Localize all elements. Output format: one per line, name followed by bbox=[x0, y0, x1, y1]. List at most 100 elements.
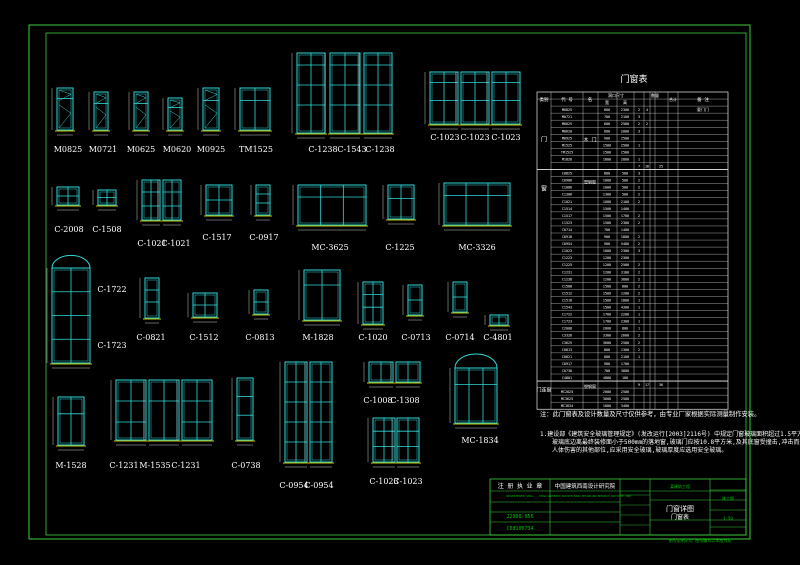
label-m0925: M0925 bbox=[197, 145, 226, 154]
window-c1023a bbox=[424, 71, 460, 130]
header-size: 洞口尺寸 bbox=[608, 92, 624, 98]
code-b: C08100734 bbox=[506, 526, 533, 532]
label-c1231b: C-1231 bbox=[171, 461, 200, 470]
cell-code: M0925 bbox=[562, 136, 572, 140]
cell-code: C1523 bbox=[562, 221, 572, 225]
door-window-schedule: 门窗表 类别 代 号 名 洞口尺寸宽 高 数量合计 备 注 M0825 800 2300 2 4 M07… bbox=[536, 73, 729, 410]
cell-qty-a: 1 bbox=[638, 157, 640, 161]
label-c0713: C-0713 bbox=[401, 333, 430, 342]
window-c1021b bbox=[157, 179, 183, 226]
label-c1512: C-1512 bbox=[189, 333, 218, 342]
cell-qty-a: 2 bbox=[638, 108, 640, 112]
label-m0625: M0625 bbox=[127, 145, 156, 154]
label-c1023c: C-1023 bbox=[491, 133, 520, 142]
scale-label: 1:50 bbox=[723, 516, 733, 521]
window-c0821 bbox=[139, 277, 161, 324]
cad-drawing-sheet: M0825 M0721 M0625 M0620 M0925 TM1525 C-1238 C-1… bbox=[28, 24, 800, 543]
cell-width: 1200 bbox=[603, 256, 611, 260]
window-c1231b bbox=[176, 379, 214, 446]
cell-remark: 夏门门 bbox=[697, 106, 709, 112]
window-c1020 bbox=[357, 281, 385, 330]
footer-note: 图号说明示范 图纸编号以本图为准 bbox=[669, 537, 731, 543]
cell-width: 900 bbox=[604, 242, 610, 246]
cell-qty-a: 2 bbox=[638, 263, 640, 267]
cell-height: 2300 bbox=[621, 249, 629, 253]
cell-qty-a: 2 bbox=[638, 348, 640, 352]
window-c1023e bbox=[391, 417, 421, 468]
window-c1308 bbox=[390, 361, 422, 388]
cell-width: 1500 bbox=[603, 284, 611, 288]
cell-code: C1306 bbox=[562, 193, 572, 197]
window-c2008 bbox=[51, 186, 81, 211]
cell-width: 4800 bbox=[603, 376, 611, 380]
cell-width: 600 bbox=[604, 129, 610, 133]
cell-height: 2500 bbox=[621, 143, 629, 147]
cell-code: TM1525 bbox=[561, 150, 573, 154]
label-c0917: C-0917 bbox=[249, 233, 278, 242]
cell-height: 2300 bbox=[621, 221, 629, 225]
cell-width: 700 bbox=[604, 115, 610, 119]
cell-height: 3800 bbox=[621, 369, 629, 373]
cell-code: C1517 bbox=[562, 214, 572, 218]
cell-qty-a: 3 bbox=[638, 249, 640, 253]
cell-code: MC3625 bbox=[561, 397, 573, 401]
header-h: 高 bbox=[623, 99, 627, 105]
cell-height: 1300 bbox=[621, 348, 629, 352]
cell-total: 36 bbox=[659, 383, 663, 387]
cell-width: 1800 bbox=[603, 157, 611, 161]
cell-height: 2000 bbox=[621, 129, 629, 133]
cell-height: 800 bbox=[622, 327, 628, 331]
label-c0954b: C-0954 bbox=[304, 481, 333, 490]
cell-width: 1300 bbox=[603, 193, 611, 197]
cell-height: 2500 bbox=[621, 122, 629, 126]
cell-code: C1023 bbox=[562, 249, 572, 253]
label-c0813: C-0813 bbox=[245, 333, 274, 342]
cell-height: 2500 bbox=[621, 150, 629, 154]
cell-qty-a: 1 bbox=[638, 306, 640, 310]
window-c1023c bbox=[486, 71, 522, 130]
group-door-window: 门连窗 bbox=[536, 387, 551, 394]
label-m1828: M-1828 bbox=[302, 333, 333, 342]
cell-width: 1700 bbox=[603, 320, 611, 324]
header-total: 合计 bbox=[669, 96, 677, 102]
header-qty: 数量 bbox=[651, 92, 659, 98]
label-c1723: C-1723 bbox=[97, 341, 126, 350]
cell-qty-a: 1 bbox=[638, 143, 640, 147]
cell-code: C0825 bbox=[562, 172, 572, 176]
cell-height: 500 bbox=[622, 179, 628, 183]
cell-width: 1200 bbox=[603, 270, 611, 274]
cell-width: 2000 bbox=[603, 390, 611, 394]
cell-qty-b: 16 bbox=[645, 165, 649, 169]
cell-height: 500 bbox=[622, 172, 628, 176]
cell-qty-b: 4 bbox=[646, 108, 648, 112]
cell-qty-a: 1 bbox=[638, 320, 640, 324]
cell-height: 3400 bbox=[621, 404, 629, 408]
window-c1023d bbox=[367, 417, 397, 468]
cell-width: 1000 bbox=[603, 200, 611, 204]
label-m0721: M0721 bbox=[89, 145, 118, 154]
cell-qty-a: 2 bbox=[638, 291, 640, 295]
cell-height: 800 bbox=[622, 284, 628, 288]
cell-width: 800 bbox=[604, 172, 610, 176]
cell-height: 2300 bbox=[621, 108, 629, 112]
window-c0917 bbox=[250, 184, 272, 221]
cell-height: 2600 bbox=[621, 334, 629, 338]
cell-qty-a: 2 bbox=[638, 270, 640, 274]
label-m1535: M-1535 bbox=[139, 461, 170, 470]
cell-height: 3800 bbox=[621, 277, 629, 281]
schedule-text: 类别 代 号 名 洞口尺寸宽 高 数量合计 备 注 M0825 800 2300 2 4 M0721 70… bbox=[536, 92, 709, 408]
cell-code: C1514 bbox=[562, 207, 572, 211]
window-m1528 bbox=[52, 396, 86, 451]
cell-width: 700 bbox=[604, 228, 610, 232]
window-m1828 bbox=[298, 269, 342, 326]
reg-seal-sub: REGISTERED SEAL bbox=[506, 494, 533, 498]
cell-width: 3600 bbox=[603, 341, 611, 345]
cell-code: C1723 bbox=[562, 320, 572, 324]
label-c1225: C-1225 bbox=[385, 243, 414, 252]
cell-code: M0825 bbox=[562, 108, 572, 112]
company-name-en: CHINA SOUTHWEST ARCHITECTURAL DESIGN AND… bbox=[539, 495, 632, 498]
drawing-title: 门窗详图 bbox=[666, 504, 694, 513]
cell-code: C4801 bbox=[562, 376, 572, 380]
label-c0821: C-0821 bbox=[136, 333, 165, 342]
cell-width: 1700 bbox=[603, 313, 611, 317]
